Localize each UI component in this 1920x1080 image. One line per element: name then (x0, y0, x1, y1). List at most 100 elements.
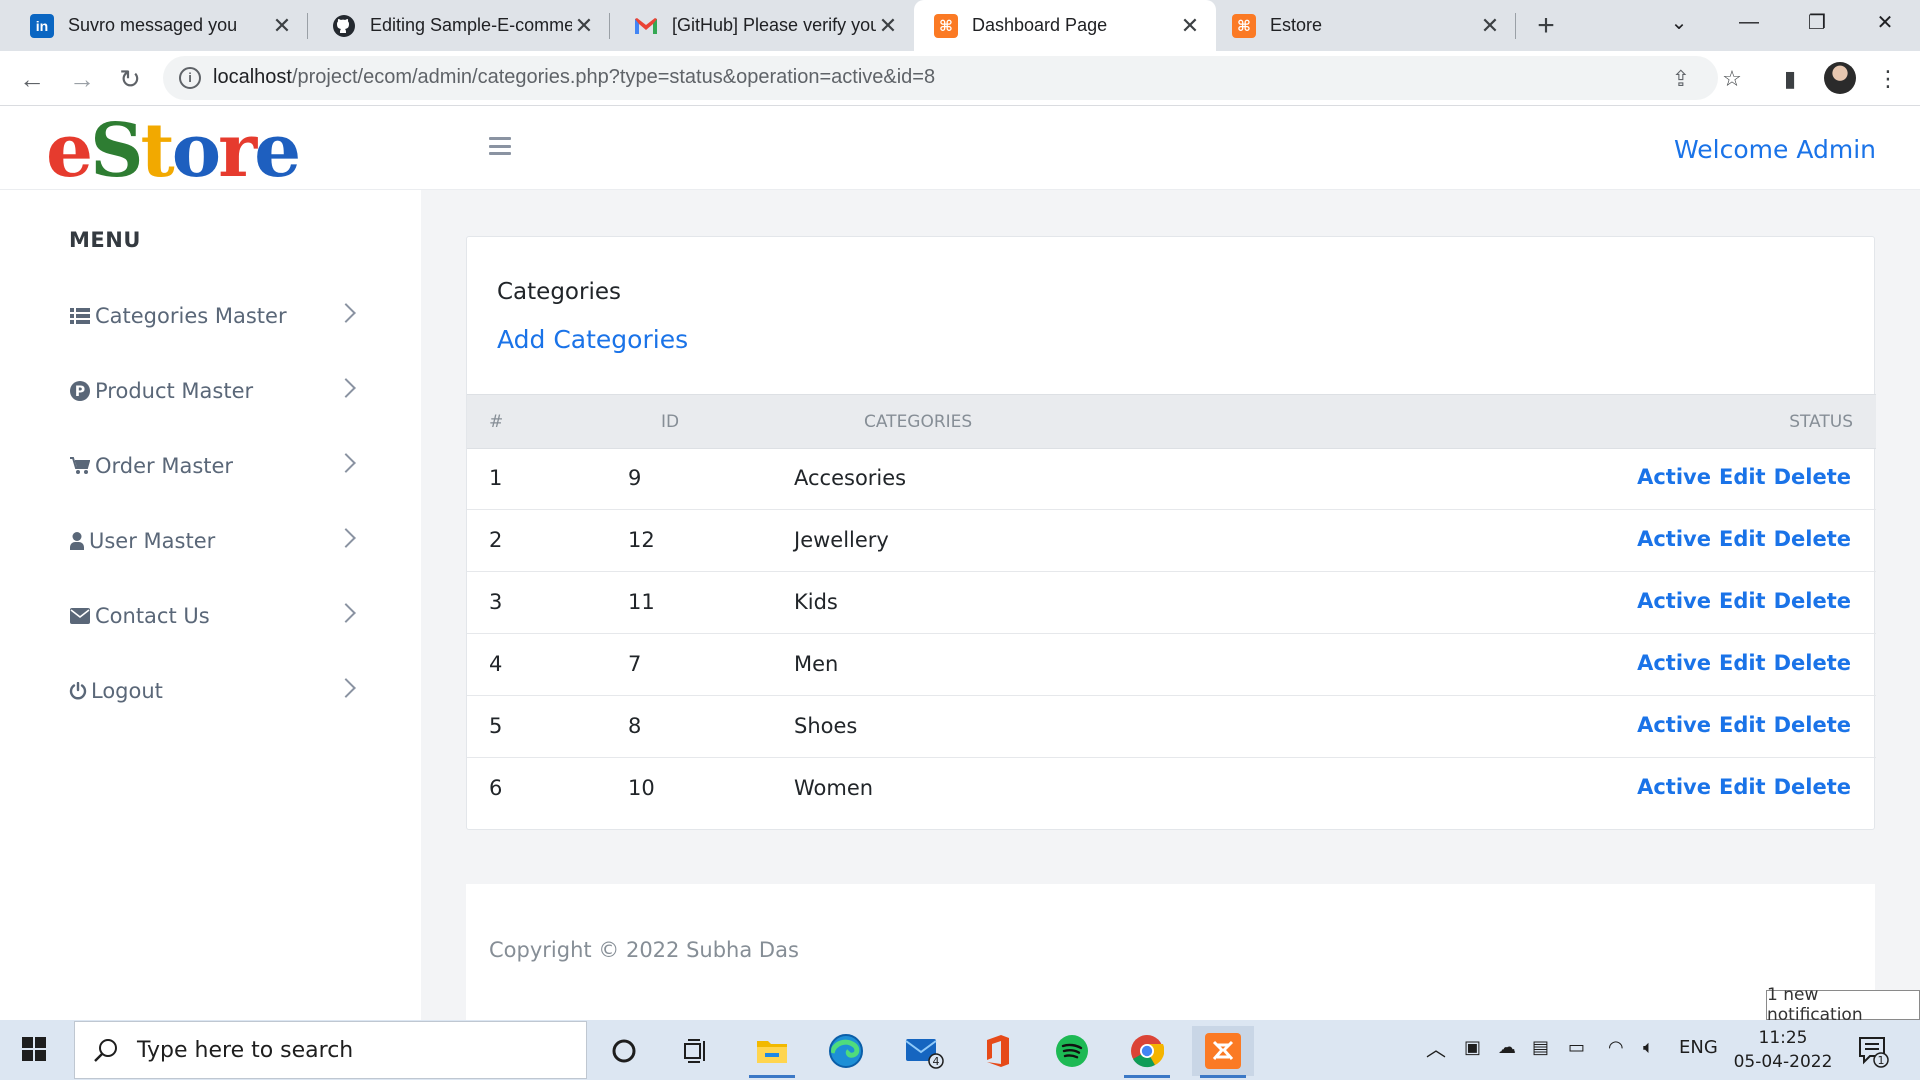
spotify-icon[interactable] (1041, 1026, 1103, 1076)
site-info-icon[interactable]: i (179, 67, 201, 89)
forward-icon[interactable]: → (62, 59, 102, 99)
tab-separator (1515, 13, 1516, 39)
volume-icon[interactable]: 🔈︎ (1643, 1037, 1654, 1058)
taskbar-search-box[interactable]: Type here to search (74, 1021, 587, 1079)
reload-icon[interactable]: ↻ (110, 59, 150, 99)
cart-icon (69, 455, 91, 477)
tab-search-icon[interactable]: ⌄ (1652, 0, 1706, 44)
add-categories-link[interactable]: Add Categories (497, 325, 688, 354)
url-text[interactable]: localhost/project/ecom/admin/categories.… (213, 66, 935, 89)
edit-link[interactable]: Edit (1719, 651, 1766, 675)
mail-badge: 4 (933, 1055, 940, 1068)
cell-category-name: Jewellery (794, 528, 889, 552)
file-explorer-icon[interactable] (741, 1026, 803, 1078)
active-link[interactable]: Active (1637, 527, 1711, 551)
window-close-icon[interactable]: ✕ (1858, 0, 1912, 44)
copyright-text: Copyright © 2022 Subha Das (489, 938, 799, 962)
cell-category-name: Kids (794, 590, 838, 614)
language-indicator[interactable]: ENG (1679, 1037, 1718, 1058)
delete-link[interactable]: Delete (1774, 589, 1851, 613)
estore-logo[interactable]: eStore (46, 110, 301, 192)
onedrive-icon[interactable]: ☁ (1498, 1037, 1516, 1058)
active-link[interactable]: Active (1637, 775, 1711, 799)
welcome-admin-link[interactable]: Welcome Admin (1674, 135, 1876, 164)
tab-linkedin[interactable]: in Suvro messaged you ✕ (0, 0, 308, 51)
action-center-icon[interactable]: 1 (1856, 1034, 1890, 1068)
meet-now-icon[interactable]: ▣ (1464, 1037, 1481, 1058)
bookmark-star-icon[interactable]: ☆ (1718, 65, 1746, 93)
close-icon[interactable]: ✕ (572, 13, 596, 39)
tab-gmail[interactable]: [GitHub] Please verify your ✕ (610, 0, 914, 51)
delete-link[interactable]: Delete (1774, 775, 1851, 799)
edit-link[interactable]: Edit (1719, 775, 1766, 799)
gmail-icon (634, 14, 658, 38)
cortana-icon[interactable] (593, 1026, 655, 1076)
edit-link[interactable]: Edit (1719, 713, 1766, 737)
table-row: 6 10 Women Active Edit Delete (467, 759, 1876, 820)
delete-link[interactable]: Delete (1774, 651, 1851, 675)
chevron-right-icon (336, 603, 356, 623)
clock-time: 11:25 (1758, 1028, 1808, 1048)
cell-id: 12 (628, 528, 655, 552)
sidebar-item-user-master[interactable]: User Master (69, 521, 359, 561)
minimize-icon[interactable]: — (1722, 0, 1776, 44)
edge-icon[interactable] (815, 1026, 877, 1076)
back-icon[interactable]: ← (12, 59, 52, 99)
sidebar-item-contact-us[interactable]: Contact Us (69, 596, 359, 636)
office-icon[interactable] (967, 1026, 1029, 1076)
menu-title: MENU (69, 228, 141, 252)
delete-link[interactable]: Delete (1774, 465, 1851, 489)
close-icon[interactable]: ✕ (1178, 13, 1202, 39)
active-link[interactable]: Active (1637, 465, 1711, 489)
sidebar-item-categories-master[interactable]: Categories Master (69, 296, 359, 336)
browser-tab-strip: in Suvro messaged you ✕ Editing Sample-E… (0, 0, 1920, 51)
sidebar-item-order-master[interactable]: Order Master (69, 446, 359, 486)
profile-avatar[interactable] (1824, 62, 1856, 94)
browser-menu-icon[interactable]: ⋮ (1874, 65, 1902, 93)
new-tab-button[interactable]: + (1528, 8, 1564, 44)
active-link[interactable]: Active (1637, 713, 1711, 737)
delete-link[interactable]: Delete (1774, 713, 1851, 737)
close-icon[interactable]: ✕ (876, 13, 900, 39)
restore-icon[interactable]: ❐ (1790, 0, 1844, 44)
edit-link[interactable]: Edit (1719, 465, 1766, 489)
chevron-right-icon (336, 378, 356, 398)
notification-tooltip[interactable]: 1 new notification (1766, 985, 1920, 1025)
task-view-icon[interactable] (665, 1026, 727, 1076)
cell-number: 1 (489, 466, 503, 490)
address-bar[interactable]: i localhost/project/ecom/admin/categorie… (163, 56, 1718, 100)
row-actions: Active Edit Delete (1637, 775, 1851, 799)
sidebar-item-product-master[interactable]: P Product Master (69, 371, 359, 411)
mail-icon[interactable]: 4 (893, 1026, 955, 1076)
sidebar-item-logout[interactable]: Logout (69, 671, 359, 711)
active-link[interactable]: Active (1637, 589, 1711, 613)
windows-start-icon[interactable] (14, 1034, 54, 1066)
cell-number: 6 (489, 776, 503, 800)
tray-overflow-icon[interactable]: ︿ (1426, 1033, 1446, 1062)
sidebar-item-label: Contact Us (95, 604, 210, 628)
cell-category-name: Women (794, 776, 874, 800)
share-icon[interactable]: ⇪ (1668, 66, 1694, 92)
tab-estore[interactable]: ⌘ Estore ✕ (1216, 0, 1516, 51)
cell-id: 9 (628, 466, 642, 490)
battery-icon[interactable]: ▭ (1568, 1037, 1585, 1058)
tab-dashboard-page[interactable]: ⌘ Dashboard Page ✕ (914, 0, 1216, 51)
tab-github[interactable]: Editing Sample-E-commerce ✕ (308, 0, 610, 51)
delete-link[interactable]: Delete (1774, 527, 1851, 551)
close-icon[interactable]: ✕ (270, 13, 294, 39)
column-header-number: # (489, 412, 504, 432)
taskbar-clock[interactable]: 11:25 05-04-2022 (1730, 1026, 1836, 1074)
chrome-icon[interactable] (1116, 1026, 1178, 1078)
tab-label: Suvro messaged you (68, 15, 238, 35)
tab-label: Estore (1270, 15, 1323, 35)
user-icon (69, 530, 85, 552)
close-icon[interactable]: ✕ (1478, 13, 1502, 39)
xampp-taskbar-icon[interactable] (1192, 1026, 1254, 1078)
hamburger-menu-icon[interactable] (489, 137, 511, 155)
security-icon[interactable]: ▤ (1532, 1037, 1549, 1058)
edit-link[interactable]: Edit (1719, 527, 1766, 551)
wifi-icon[interactable]: ◠ (1608, 1037, 1624, 1058)
side-panel-icon[interactable]: ▮ (1776, 65, 1804, 93)
edit-link[interactable]: Edit (1719, 589, 1766, 613)
active-link[interactable]: Active (1637, 651, 1711, 675)
